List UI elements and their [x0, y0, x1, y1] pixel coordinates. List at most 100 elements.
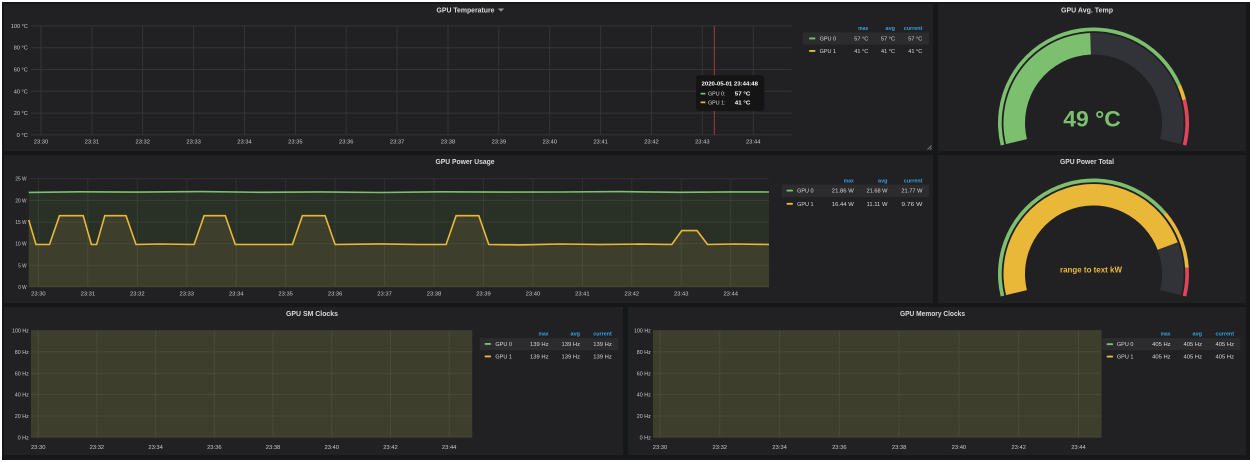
svg-text:current: current [904, 26, 923, 32]
svg-text:max: max [539, 331, 550, 337]
svg-text:2020-05-01 23:44:48: 2020-05-01 23:44:48 [702, 82, 759, 88]
svg-text:40 °C: 40 °C [14, 89, 28, 95]
svg-text:23:40: 23:40 [325, 445, 340, 451]
svg-text:23:36: 23:36 [832, 445, 847, 451]
svg-text:80 °C: 80 °C [14, 46, 28, 52]
svg-text:GPU Power Usage: GPU Power Usage [436, 157, 495, 166]
svg-text:9.76 W: 9.76 W [901, 202, 923, 208]
svg-text:23:34: 23:34 [237, 140, 252, 146]
svg-text:23:34: 23:34 [772, 445, 787, 451]
svg-text:139 Hz: 139 Hz [593, 355, 612, 361]
svg-text:100 Hz: 100 Hz [12, 329, 29, 335]
svg-text:20 W: 20 W [15, 198, 27, 204]
svg-text:80 Hz: 80 Hz [15, 350, 29, 356]
svg-text:40 Hz: 40 Hz [15, 393, 29, 399]
svg-text:23:44: 23:44 [746, 140, 761, 146]
svg-text:max: max [1161, 331, 1172, 337]
svg-text:max: max [858, 26, 869, 32]
svg-text:23:36: 23:36 [207, 445, 222, 451]
svg-text:23:36: 23:36 [328, 292, 343, 298]
svg-text:23:41: 23:41 [593, 140, 608, 146]
svg-text:0 Hz: 0 Hz [18, 435, 29, 441]
svg-text:23:44: 23:44 [442, 445, 457, 451]
svg-text:23:38: 23:38 [266, 445, 281, 451]
svg-text:23:30: 23:30 [653, 445, 668, 451]
svg-text:avg: avg [886, 26, 896, 32]
svg-text:current: current [904, 179, 923, 185]
svg-text:60 °C: 60 °C [14, 68, 28, 74]
svg-text:405 Hz: 405 Hz [1216, 355, 1235, 361]
svg-text:23:41: 23:41 [575, 292, 590, 298]
svg-text:60 Hz: 60 Hz [637, 371, 651, 377]
svg-text:GPU Temperature: GPU Temperature [437, 6, 495, 15]
svg-text:23:31: 23:31 [85, 140, 100, 146]
svg-text:23:33: 23:33 [186, 140, 201, 146]
svg-text:40 Hz: 40 Hz [637, 393, 651, 399]
svg-text:405 Hz: 405 Hz [1152, 355, 1171, 361]
svg-text:139 Hz: 139 Hz [530, 342, 549, 348]
svg-text:GPU Memory Clocks: GPU Memory Clocks [900, 309, 965, 318]
svg-text:41 °C: 41 °C [881, 49, 895, 55]
svg-text:23:32: 23:32 [135, 140, 150, 146]
svg-text:23:38: 23:38 [892, 445, 907, 451]
svg-text:0 Hz: 0 Hz [640, 435, 651, 441]
svg-text:25 W: 25 W [15, 177, 27, 183]
svg-text:41 °C: 41 °C [854, 49, 868, 55]
svg-text:0 °C: 0 °C [17, 133, 28, 139]
svg-text:100 Hz: 100 Hz [634, 329, 651, 335]
svg-text:current: current [1216, 331, 1235, 337]
svg-text:405 Hz: 405 Hz [1184, 355, 1203, 361]
svg-text:139 Hz: 139 Hz [562, 355, 581, 361]
svg-text:GPU 0: GPU 0 [1117, 342, 1134, 348]
svg-text:20 Hz: 20 Hz [15, 414, 29, 420]
svg-text:GPU 1: GPU 1 [1117, 355, 1134, 361]
svg-text:60 Hz: 60 Hz [15, 371, 29, 377]
svg-text:23:43: 23:43 [674, 292, 689, 298]
svg-text:range to text kW: range to text kW [1060, 265, 1123, 275]
svg-text:23:37: 23:37 [377, 292, 392, 298]
svg-text:20 °C: 20 °C [14, 111, 28, 117]
svg-text:11.11 W: 11.11 W [867, 202, 889, 208]
svg-text:23:37: 23:37 [390, 140, 405, 146]
svg-text:GPU 1: GPU 1 [495, 355, 512, 361]
svg-text:avg: avg [1193, 331, 1203, 337]
svg-text:23:39: 23:39 [476, 292, 491, 298]
svg-text:139 Hz: 139 Hz [530, 355, 549, 361]
svg-text:100 °C: 100 °C [11, 24, 28, 30]
svg-text:20 Hz: 20 Hz [637, 414, 651, 420]
svg-text:GPU Avg. Temp: GPU Avg. Temp [1061, 6, 1113, 15]
svg-text:GPU 1: GPU 1 [797, 202, 814, 208]
svg-text:23:39: 23:39 [492, 140, 507, 146]
svg-text:21.77 W: 21.77 W [901, 189, 923, 195]
svg-text:23:42: 23:42 [1011, 445, 1026, 451]
svg-text:GPU 0:: GPU 0: [708, 92, 726, 98]
svg-text:57 °C: 57 °C [908, 37, 922, 43]
svg-text:57 °C: 57 °C [881, 37, 895, 43]
svg-text:23:40: 23:40 [542, 140, 557, 146]
svg-text:23:40: 23:40 [952, 445, 967, 451]
svg-text:23:36: 23:36 [339, 140, 354, 146]
svg-text:23:42: 23:42 [644, 140, 659, 146]
svg-text:405 Hz: 405 Hz [1216, 342, 1235, 348]
svg-text:23:40: 23:40 [526, 292, 541, 298]
svg-text:21.68 W: 21.68 W [867, 189, 889, 195]
svg-text:405 Hz: 405 Hz [1184, 342, 1203, 348]
svg-text:41 °C: 41 °C [908, 49, 922, 55]
svg-text:avg: avg [878, 179, 888, 185]
svg-text:57 °C: 57 °C [854, 37, 868, 43]
svg-text:23:30: 23:30 [34, 140, 49, 146]
svg-text:0 W: 0 W [18, 285, 27, 291]
svg-text:current: current [593, 331, 612, 337]
svg-text:23:32: 23:32 [713, 445, 728, 451]
svg-text:23:31: 23:31 [81, 292, 96, 298]
svg-text:23:32: 23:32 [130, 292, 145, 298]
svg-text:23:34: 23:34 [229, 292, 244, 298]
svg-text:23:33: 23:33 [180, 292, 195, 298]
svg-text:139 Hz: 139 Hz [562, 342, 581, 348]
svg-text:405 Hz: 405 Hz [1152, 342, 1171, 348]
svg-text:23:43: 23:43 [695, 140, 710, 146]
svg-text:23:30: 23:30 [31, 292, 46, 298]
svg-text:16.44 W: 16.44 W [832, 202, 855, 208]
svg-text:15 W: 15 W [15, 220, 27, 226]
svg-text:GPU 1:: GPU 1: [708, 100, 726, 106]
